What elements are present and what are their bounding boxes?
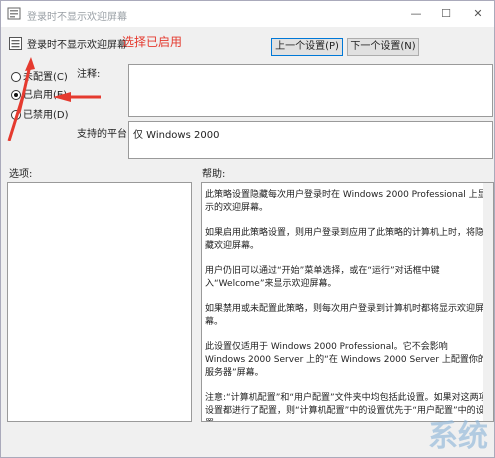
previous-setting-button[interactable]: 上一个设置(P) xyxy=(271,38,343,56)
help-paragraph: 用户仍旧可以通过“开始”菜单选择，或在“运行”对话框中键入“Welcome”来显… xyxy=(205,266,440,289)
supported-platform-field: 仅 Windows 2000 xyxy=(128,121,493,159)
minimize-button[interactable]: — xyxy=(403,5,429,23)
help-panel: 此策略设置隐藏每次用户登录时在 Windows 2000 Professiona… xyxy=(201,182,494,422)
options-panel xyxy=(7,182,192,422)
policy-dialog-window: 登录时不显示欢迎屏幕 — ☐ ✕ 登录时不显示欢迎屏幕 选择已启用 上一个设置(… xyxy=(0,0,495,458)
annotation-arrows xyxy=(7,57,101,141)
help-paragraph: 如果启用此策略设置，则用户登录到应用了此策略的计算机上时，将隐藏欢迎屏幕。 xyxy=(205,228,485,251)
next-setting-button[interactable]: 下一个设置(N) xyxy=(347,38,419,56)
help-paragraph: 如果禁用或未配置此策略，则每次用户登录到计算机时都将显示欢迎屏幕。 xyxy=(205,304,485,327)
help-label: 帮助: xyxy=(202,169,226,180)
options-label: 选项: xyxy=(9,169,33,180)
help-paragraph: 此设置仅适用于 Windows 2000 Professional。它不会影响 … xyxy=(205,342,487,378)
comment-textarea[interactable] xyxy=(128,64,493,117)
help-scrollbar[interactable] xyxy=(483,183,493,421)
close-button[interactable]: ✕ xyxy=(465,5,491,23)
watermark-logo: 系统 xyxy=(428,419,488,454)
maximize-button[interactable]: ☐ xyxy=(433,5,459,23)
help-paragraph: 此策略设置隐藏每次用户登录时在 Windows 2000 Professiona… xyxy=(205,190,487,213)
